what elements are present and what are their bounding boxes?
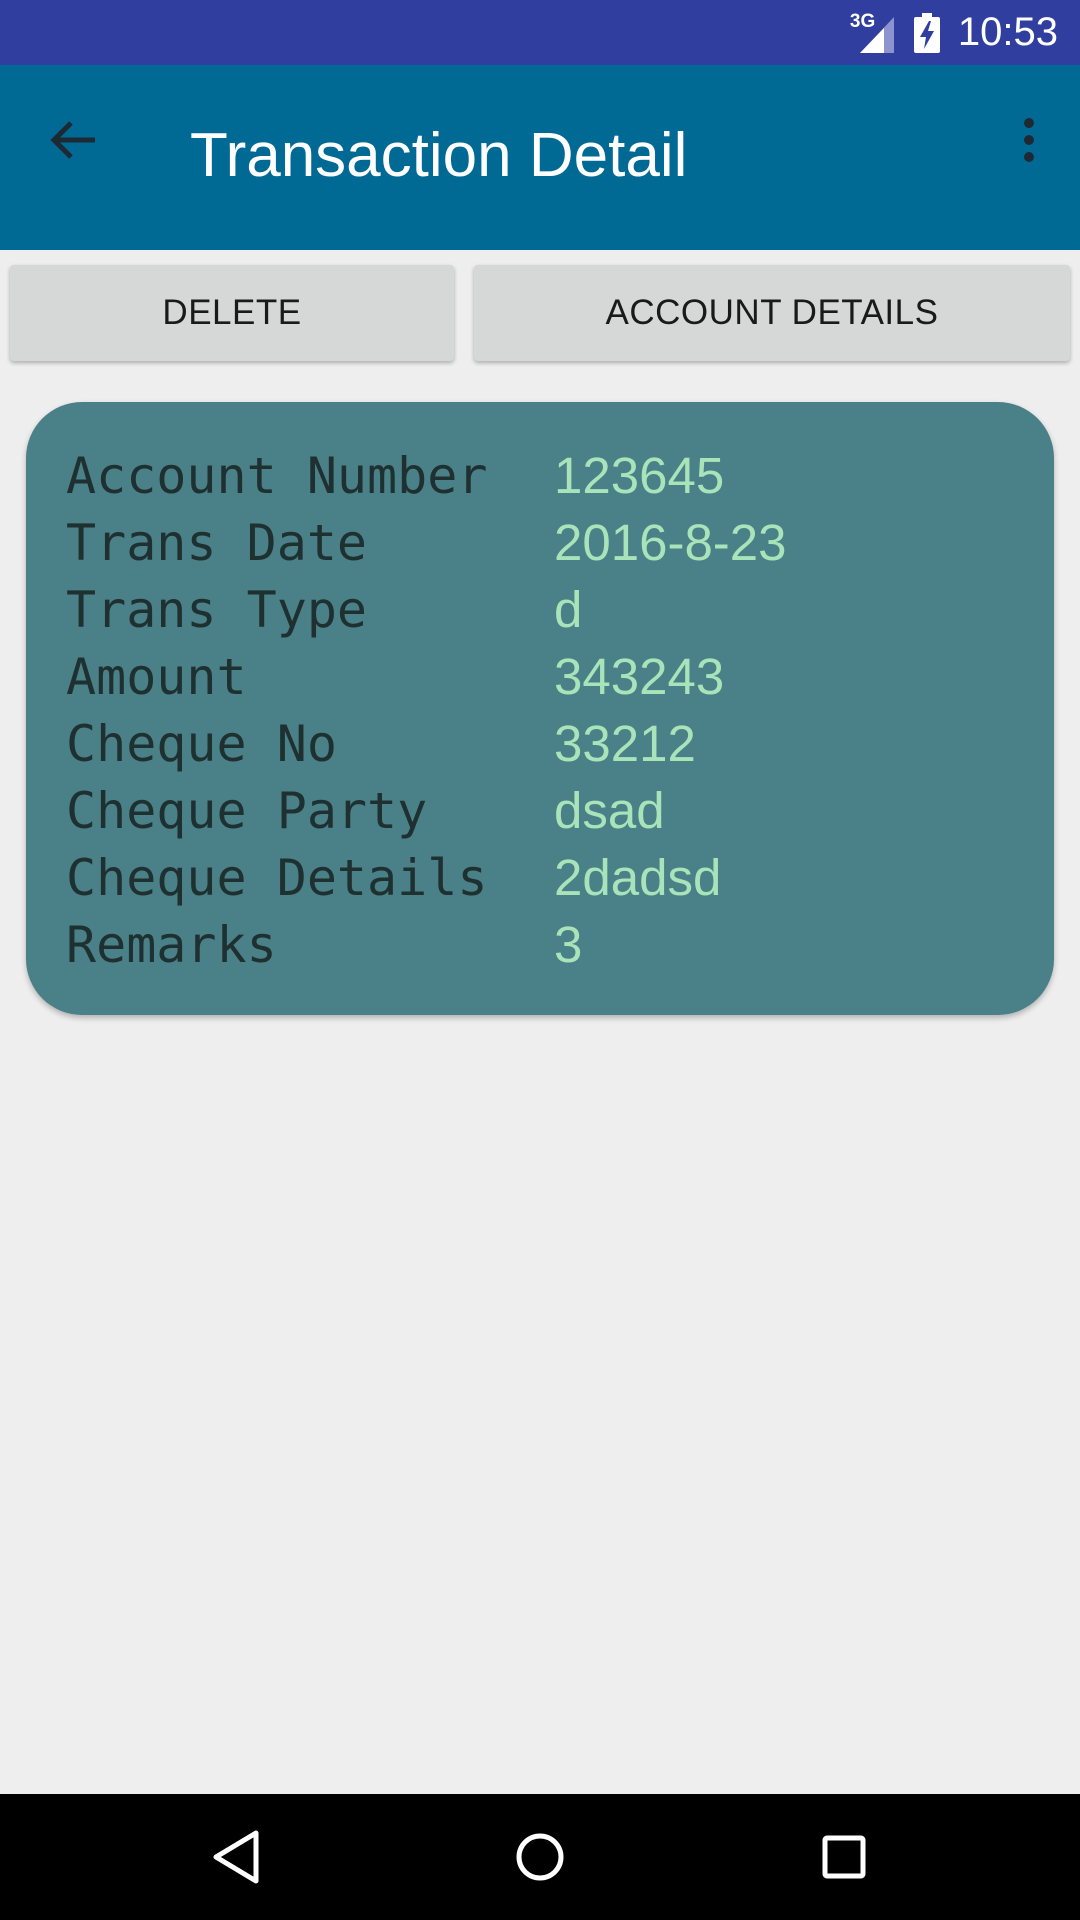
detail-row-amount: Amount 343243	[66, 643, 787, 710]
detail-label: Cheque No	[66, 714, 337, 773]
app-bar: Transaction Detail	[0, 65, 1080, 250]
detail-row-remarks: Remarks 3	[66, 911, 787, 978]
transaction-detail-card: Account Number 123645 Trans Date 2016-8-…	[26, 402, 1054, 1015]
detail-label: Amount	[66, 647, 247, 706]
detail-label: Cheque Party	[66, 781, 428, 840]
detail-row-trans-type: Trans Type d	[66, 576, 787, 643]
detail-rows: Account Number 123645 Trans Date 2016-8-…	[66, 442, 787, 978]
nav-back-button[interactable]	[196, 1817, 276, 1897]
account-details-button[interactable]: ACCOUNT DETAILS	[474, 265, 1070, 361]
detail-row-account-number: Account Number 123645	[66, 442, 787, 509]
detail-value: 33212	[554, 715, 696, 772]
detail-value: 2dadsd	[554, 849, 722, 906]
status-bar: 3G 10:53	[0, 0, 1080, 65]
nav-home-button[interactable]	[500, 1817, 580, 1897]
nav-back-icon	[213, 1830, 259, 1884]
overflow-menu-button[interactable]	[996, 107, 1062, 173]
signal-strength-icon	[859, 16, 894, 53]
signal-icon: 3G	[846, 11, 894, 53]
nav-recents-icon	[822, 1835, 866, 1879]
detail-value: 3	[554, 916, 583, 973]
back-button[interactable]	[40, 107, 106, 173]
detail-value: 343243	[554, 648, 725, 705]
nav-home-icon	[516, 1833, 564, 1881]
delete-button[interactable]: DELETE	[10, 265, 454, 361]
detail-row-trans-date: Trans Date 2016-8-23	[66, 509, 787, 576]
detail-label: Remarks	[66, 915, 277, 974]
detail-label: Trans Date	[66, 513, 368, 572]
detail-label: Cheque Details	[66, 848, 488, 907]
navigation-bar	[0, 1794, 1080, 1920]
overflow-menu-icon	[1024, 118, 1034, 162]
battery-charging-icon	[913, 12, 940, 53]
detail-label: Account Number	[66, 446, 488, 505]
detail-label: Trans Type	[66, 580, 368, 639]
status-clock: 10:53	[957, 10, 1058, 54]
back-arrow-icon	[50, 121, 95, 159]
detail-row-cheque-party: Cheque Party dsad	[66, 777, 787, 844]
detail-row-cheque-details: Cheque Details 2dadsd	[66, 844, 787, 911]
status-icons: 3G 10:53	[846, 0, 1058, 65]
detail-value: 123645	[554, 447, 725, 504]
detail-value: d	[554, 581, 583, 638]
detail-row-cheque-no: Cheque No 33212	[66, 710, 787, 777]
detail-value: dsad	[554, 782, 665, 839]
detail-value: 2016-8-23	[554, 514, 787, 571]
page-title: Transaction Detail	[190, 121, 688, 190]
nav-recents-button[interactable]	[804, 1817, 884, 1897]
